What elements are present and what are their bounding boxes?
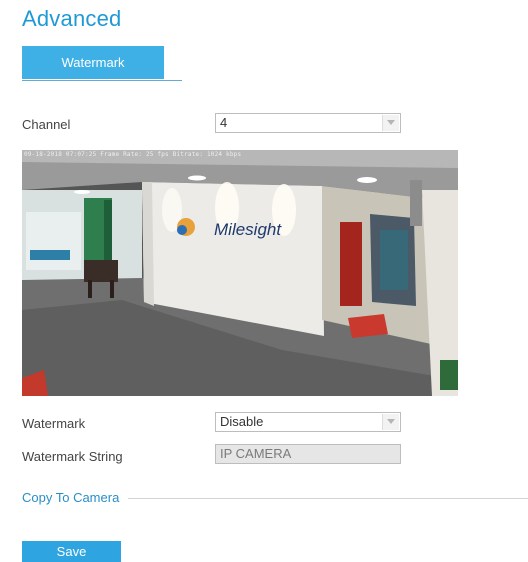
save-button[interactable]: Save bbox=[22, 541, 121, 562]
watermark-value: Disable bbox=[220, 414, 264, 429]
tab-watermark[interactable]: Watermark bbox=[22, 46, 164, 79]
watermark-label: Watermark bbox=[22, 416, 86, 431]
osd-overlay-text: 09-18-2018 07:07:25 Frame Rate: 25 fps B… bbox=[24, 151, 242, 158]
chevron-down-icon[interactable] bbox=[382, 115, 399, 131]
tab-bar: Watermark bbox=[22, 46, 182, 81]
live-preview: 09-18-2018 07:07:25 Frame Rate: 25 fps B… bbox=[22, 150, 458, 396]
channel-value: 4 bbox=[220, 115, 228, 130]
page-title: Advanced bbox=[22, 6, 122, 31]
wall-logo-text: Milesight bbox=[214, 220, 282, 239]
preview-scene bbox=[22, 150, 458, 396]
channel-label: Channel bbox=[22, 117, 71, 132]
chevron-down-icon[interactable] bbox=[382, 414, 399, 430]
watermark-string-label: Watermark String bbox=[22, 449, 123, 464]
divider bbox=[128, 498, 528, 499]
copy-to-camera-link[interactable]: Copy To Camera bbox=[22, 490, 119, 505]
watermark-string-input[interactable]: IP CAMERA bbox=[215, 444, 401, 464]
channel-select[interactable]: 4 bbox=[215, 113, 401, 133]
watermark-select[interactable]: Disable bbox=[215, 412, 401, 432]
